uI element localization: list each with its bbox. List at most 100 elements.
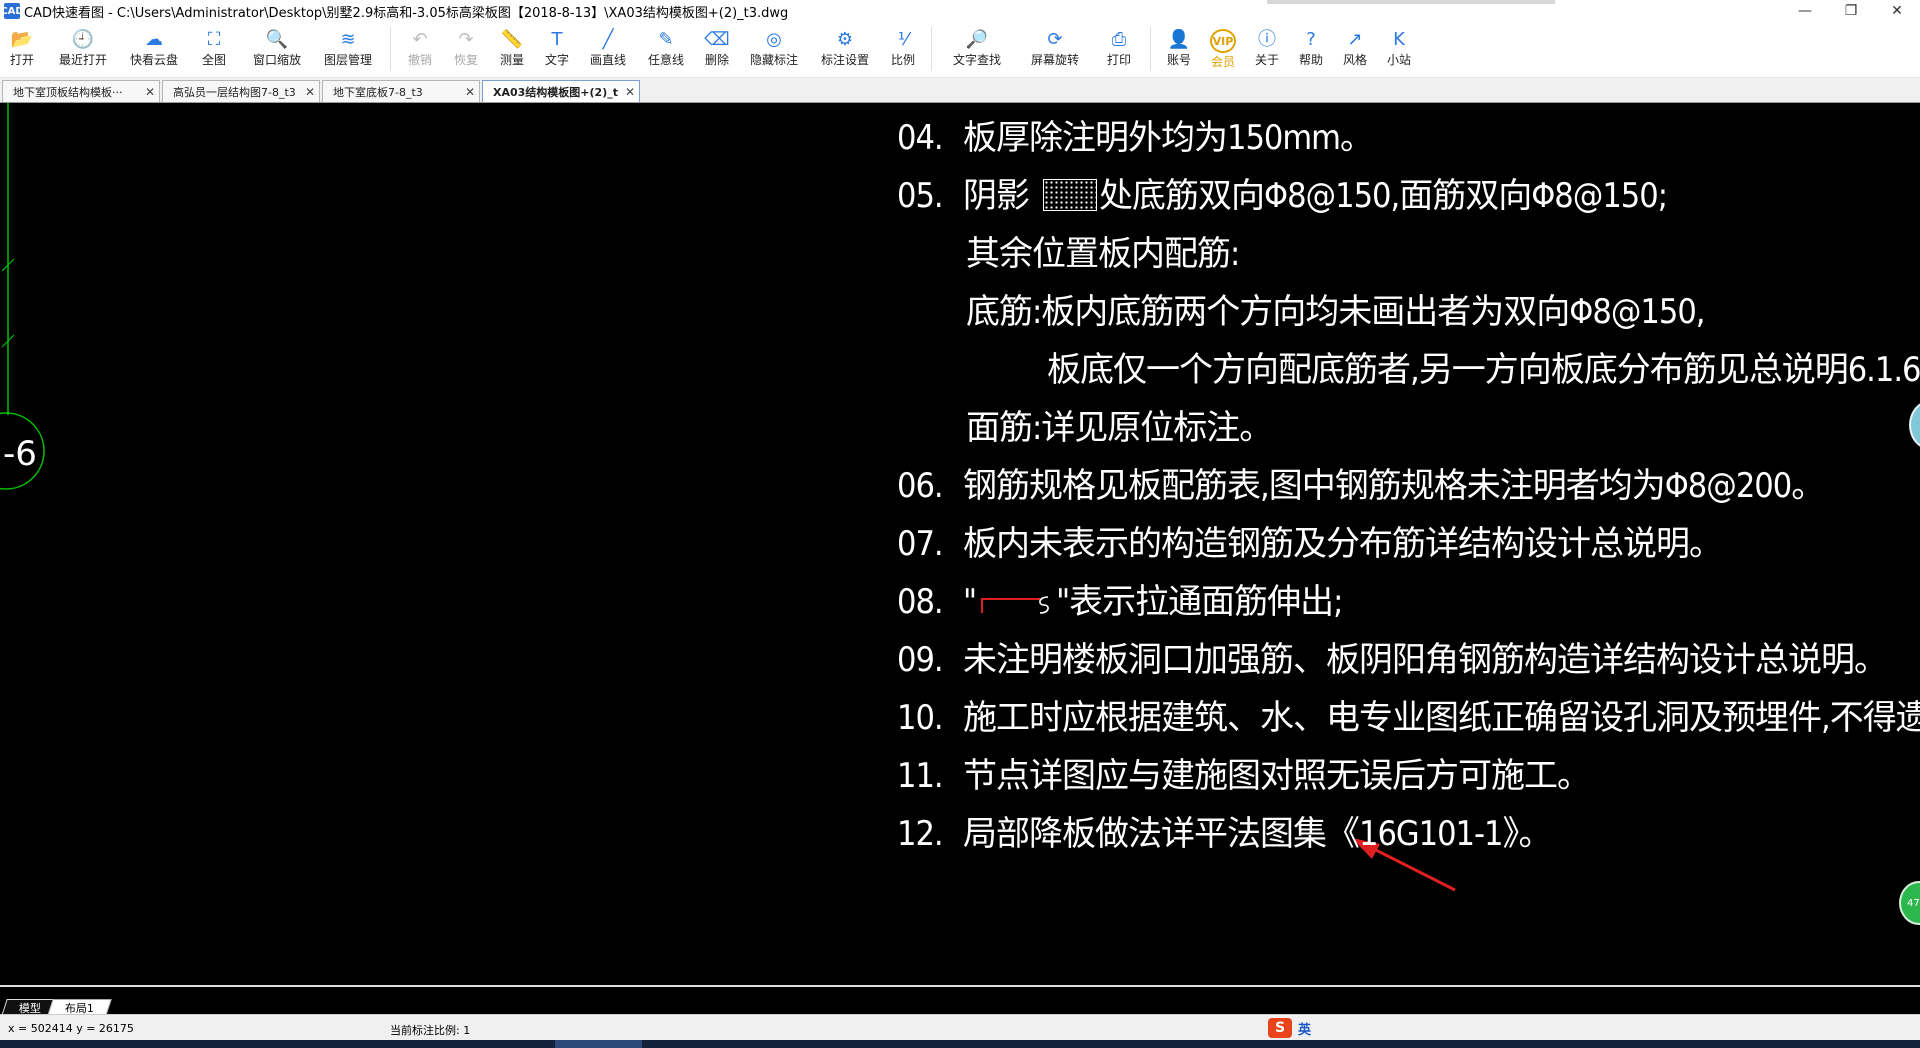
note-line: 10. 施工时应根据建筑、水、电专业图纸正确留设孔洞及预埋件,不得遗漏。 [897,689,1920,747]
print-button[interactable]: ⎙ 打印 [1094,22,1144,70]
toolbar-button-label: 全图 [201,53,226,67]
redo-icon: ↷ [458,29,474,50]
toolbar-button-label: 帮助 [1298,53,1323,67]
note-line: 12. 局部降板做法详平法图集《16G101-1》。 [897,805,1920,863]
note-number: 09. [897,640,944,680]
clock-history-icon: 🕘 [71,29,95,50]
pen-icon: ✎ [658,29,674,50]
note-number: 07. [897,524,944,564]
full-view-button[interactable]: ⛶ 全图 [186,22,242,70]
layout-tab-bar: 模型 布局1 [0,985,1920,1016]
close-window-button[interactable]: ✕ [1874,0,1920,22]
layer-manager-button[interactable]: ≋ 图层管理 [312,22,384,70]
document-tab-label: 地下室顶板结构模板··· [13,85,123,99]
note-line: 面筋:详见原位标注。 [897,399,1920,457]
document-tab[interactable]: 地下室底板7-8_t3 ✕ [322,80,480,102]
toolbar-button-label: 任意线 [647,53,684,67]
text-icon: T [551,29,563,50]
minimize-button[interactable]: — [1782,0,1828,22]
measure-button[interactable]: 📏 测量 [489,22,535,70]
taskbar-strip [0,1040,1920,1048]
about-button[interactable]: ⓘ 关于 [1245,22,1289,70]
style-button[interactable]: ↗ 风格 [1333,22,1377,70]
toolbar-button-label: 文字查找 [952,53,1001,67]
close-tab-icon[interactable]: ✕ [465,85,475,99]
toolbar-button-label: 小站 [1386,53,1411,67]
note-number: 08. [897,582,944,622]
note-line: 11. 节点详图应与建施图对照无误后方可施工。 [897,747,1920,805]
scale-button[interactable]: ⅟ 比例 [881,22,925,70]
rebar-extension-symbol [981,596,1049,614]
note-line: 板底仅一个方向配底筋者,另一方向板底分布筋见总说明6.1.6条; [897,341,1920,399]
freehand-line-button[interactable]: ✎ 任意线 [637,22,695,70]
document-tab-bar: 地下室顶板结构模板··· ✕ 高弘员一层结构图7-8_t3 ✕ 地下室底板7-8_t3 ✕… [0,78,1920,103]
note-text: 面筋:详见原位标注。 [966,408,1273,448]
document-tab[interactable]: 地下室顶板结构模板··· ✕ [2,80,160,102]
axis-bubble-label: -6 [3,434,37,474]
account-button[interactable]: 👤 账号 [1157,22,1201,70]
cloud-drive-button[interactable]: ☁ 快看云盘 [122,22,186,70]
toolbar-button-label: 隐藏标注 [749,53,798,67]
restore-button[interactable]: ❐ [1828,0,1874,22]
note-text: 钢筋规格见板配筋表,图中钢筋规格未注明者均为Φ8@200。 [963,466,1825,506]
note-line: 07. 板内未表示的构造钢筋及分布筋详结构设计总说明。 [897,515,1920,573]
note-prefix: 阴影 [963,176,1030,216]
window-zoom-button[interactable]: 🔍 窗口缩放 [242,22,312,70]
annotation-settings-button[interactable]: ⚙ 标注设置 [809,22,881,70]
style-icon: ↗ [1347,29,1363,50]
vip-icon: VIP [1210,29,1236,53]
document-tab[interactable]: 高弘员一层结构图7-8_t3 ✕ [162,80,320,102]
text-button[interactable]: T 文字 [535,22,579,70]
ruler-icon: 📏 [500,29,524,50]
toolbar-button-label: 会员 [1210,55,1235,69]
station-button[interactable]: K 小站 [1377,22,1421,70]
ime-indicator[interactable]: S 英 [1268,1018,1311,1038]
rotate-icon: ⟳ [1047,29,1063,50]
vip-button[interactable]: VIP 会员 [1201,22,1245,70]
user-icon: 👤 [1167,29,1191,50]
toolbar-button-label: 账号 [1166,53,1191,67]
draw-line-button[interactable]: ╱ 画直线 [579,22,637,70]
toolbar-button-label: 删除 [704,53,729,67]
note-text: 未注明楼板洞口加强筋、板阴阳角钢筋构造详结构设计总说明。 [963,640,1888,680]
toolbar-button-label: 屏幕旋转 [1030,53,1079,67]
line-icon: ╱ [602,29,614,50]
status-bar: x = 502414 y = 26175 当前标注比例: 1 S 英 [0,1014,1920,1041]
drawing-canvas[interactable]: -6 04. 板厚除注明外均为150mm。 05. 阴影 处底筋双向Φ8@150,面筋双… [0,103,1920,985]
zoom-window-icon: 🔍 [265,29,289,50]
text-search-button[interactable]: 🔎 文字查找 [938,22,1016,70]
help-icon: ? [1306,29,1316,50]
close-tab-icon[interactable]: ✕ [305,85,315,99]
close-tab-icon[interactable]: ✕ [145,85,155,99]
delete-button[interactable]: ⌫ 删除 [695,22,739,70]
note-number: 04. [897,118,944,158]
folder-open-icon: 📂 [10,29,34,50]
printer-icon: ⎙ [1111,29,1127,50]
recent-button[interactable]: 🕘 最近打开 [44,22,122,70]
toolbar-button-label: 关于 [1254,53,1279,67]
toolbar-button-label: 恢复 [453,53,478,67]
general-notes: 04. 板厚除注明外均为150mm。 05. 阴影 处底筋双向Φ8@150,面筋双向Φ8… [897,109,1920,863]
note-line: 04. 板厚除注明外均为150mm。 [897,109,1920,167]
toolbar-separator [1150,27,1151,71]
screen-rotate-button[interactable]: ⟳ 屏幕旋转 [1016,22,1094,70]
toolbar-button-label: 风格 [1342,53,1367,67]
document-tab-label: 高弘员一层结构图7-8_t3 [173,85,296,99]
close-tab-icon[interactable]: ✕ [625,85,635,99]
note-line: 05. 阴影 处底筋双向Φ8@150,面筋双向Φ8@150; [897,167,1920,225]
hide-annotation-button[interactable]: ◎ 隐藏标注 [739,22,809,70]
document-tab[interactable]: XA03结构模板图+(2)_t ✕ [482,80,640,102]
hatch-pattern-swatch [1043,179,1097,211]
note-text: 其余位置板内配筋: [966,234,1240,274]
help-button[interactable]: ? 帮助 [1289,22,1333,70]
open-button[interactable]: 📂 打开 [0,22,44,70]
undo-icon: ↶ [412,29,428,50]
toolbar-button-label: 窗口缩放 [252,53,301,67]
eye-hidden-icon: ◎ [766,29,782,50]
annotation-scale: 当前标注比例: 1 [390,1024,471,1037]
toolbar-button-label: 打印 [1106,53,1131,67]
cursor-coordinates: x = 502414 y = 26175 [8,1022,134,1035]
toolbar-separator [390,27,391,71]
taskbar-active-item[interactable] [555,1040,642,1048]
note-text: 局部降板做法详平法图集《16G101-1》。 [963,814,1552,854]
